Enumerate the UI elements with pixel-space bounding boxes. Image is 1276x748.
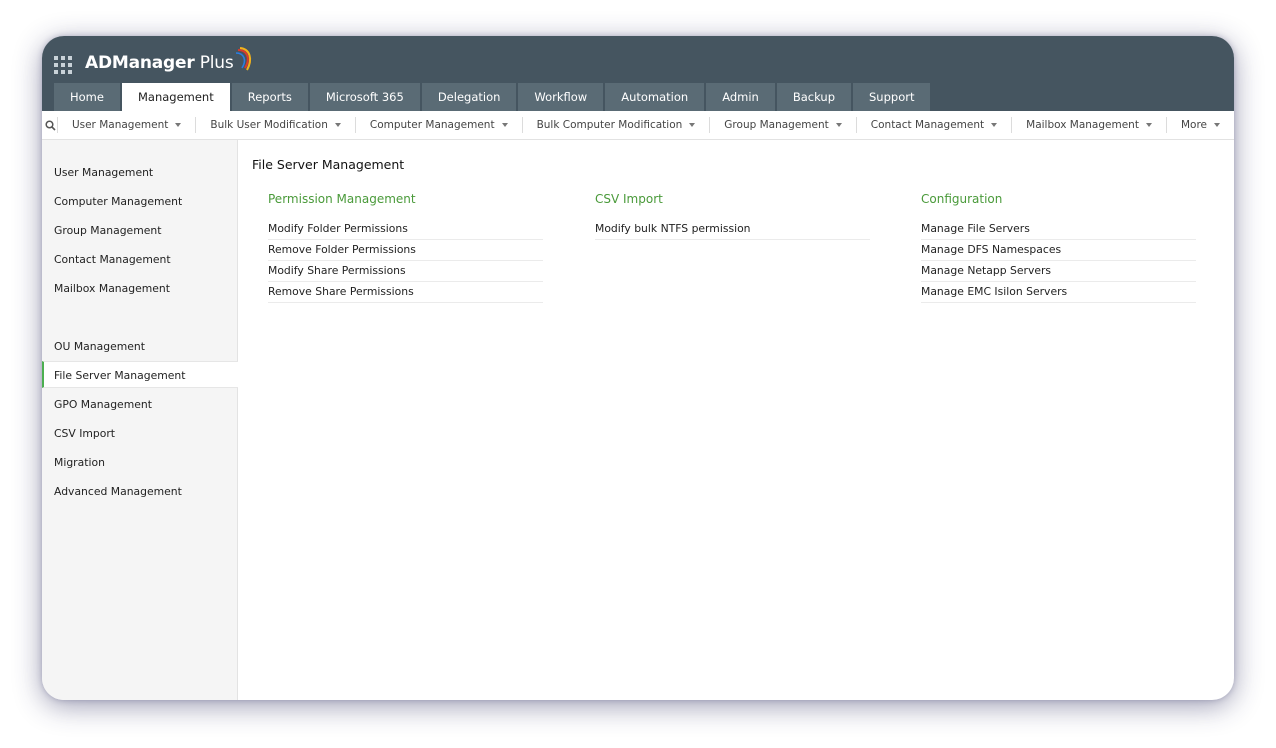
left-sidebar: User Management Computer Management Grou…: [42, 140, 238, 700]
sidebar-item-file-server-management[interactable]: File Server Management: [42, 361, 238, 388]
link-remove-folder-permissions[interactable]: Remove Folder Permissions: [268, 240, 543, 261]
section-configuration: Configuration Manage File Servers Manage…: [921, 190, 1196, 303]
chevron-down-icon: [334, 123, 341, 127]
subnav-more[interactable]: More: [1165, 117, 1234, 133]
tab-support[interactable]: Support: [853, 83, 931, 111]
subnav-user-management[interactable]: User Management: [56, 117, 195, 133]
link-modify-bulk-ntfs-permission[interactable]: Modify bulk NTFS permission: [595, 219, 870, 240]
subnav-bulk-computer-modification[interactable]: Bulk Computer Modification: [521, 117, 710, 133]
tab-microsoft-365[interactable]: Microsoft 365: [309, 83, 420, 111]
section-title: Configuration: [921, 192, 1003, 206]
section-title: Permission Management: [268, 192, 416, 206]
subnav-computer-management[interactable]: Computer Management: [354, 117, 522, 133]
link-remove-share-permissions[interactable]: Remove Share Permissions: [268, 282, 543, 303]
top-header: ADManager Plus Home Management Reports M…: [42, 36, 1234, 111]
app-window: ADManager Plus Home Management Reports M…: [42, 36, 1234, 700]
subnav-contact-management[interactable]: Contact Management: [855, 117, 1011, 133]
tab-home[interactable]: Home: [54, 83, 120, 111]
page-title: File Server Management: [252, 157, 405, 172]
tab-automation[interactable]: Automation: [605, 83, 705, 111]
sub-navigation: User Management Bulk User Modification C…: [42, 111, 1234, 140]
sidebar-item-ou-management[interactable]: OU Management: [42, 333, 237, 360]
search-icon[interactable]: [44, 111, 57, 139]
tab-delegation[interactable]: Delegation: [421, 83, 517, 111]
link-manage-netapp-servers[interactable]: Manage Netapp Servers: [921, 261, 1196, 282]
chevron-down-icon: [1145, 123, 1152, 127]
subnav-mailbox-management[interactable]: Mailbox Management: [1011, 117, 1166, 133]
tab-backup[interactable]: Backup: [776, 83, 851, 111]
chevron-down-icon: [501, 123, 508, 127]
sidebar-item-csv-import[interactable]: CSV Import: [42, 420, 237, 447]
main-content: File Server Management Permission Manage…: [238, 140, 1234, 700]
section-permission-management: Permission Management Modify Folder Perm…: [268, 190, 543, 303]
link-modify-share-permissions[interactable]: Modify Share Permissions: [268, 261, 543, 282]
logo-text: ADManager Plus: [85, 53, 234, 73]
section-title: CSV Import: [595, 192, 663, 206]
subnav-group-management[interactable]: Group Management: [709, 117, 855, 133]
sidebar-item-computer-management[interactable]: Computer Management: [42, 188, 237, 215]
section-csv-import: CSV Import Modify bulk NTFS permission: [595, 190, 870, 240]
link-manage-dfs-namespaces[interactable]: Manage DFS Namespaces: [921, 240, 1196, 261]
sidebar-item-group-management[interactable]: Group Management: [42, 217, 237, 244]
main-tabs: Home Management Reports Microsoft 365 De…: [54, 83, 932, 111]
sidebar-item-migration[interactable]: Migration: [42, 449, 237, 476]
chevron-down-icon: [991, 123, 998, 127]
link-manage-emc-isilon-servers[interactable]: Manage EMC Isilon Servers: [921, 282, 1196, 303]
sidebar-item-user-management[interactable]: User Management: [42, 159, 237, 186]
sidebar-item-contact-management[interactable]: Contact Management: [42, 246, 237, 273]
chevron-down-icon: [1214, 123, 1220, 127]
link-modify-folder-permissions[interactable]: Modify Folder Permissions: [268, 219, 543, 240]
sidebar-item-gpo-management[interactable]: GPO Management: [42, 391, 237, 418]
chevron-down-icon: [835, 123, 842, 127]
chevron-down-icon: [689, 123, 696, 127]
subnav-bulk-user-modification[interactable]: Bulk User Modification: [195, 117, 354, 133]
app-logo[interactable]: ADManager Plus: [85, 47, 253, 74]
chevron-down-icon: [175, 123, 182, 127]
tab-management[interactable]: Management: [121, 83, 230, 111]
sidebar-item-advanced-management[interactable]: Advanced Management: [42, 478, 237, 505]
logo-swoosh-icon: [235, 47, 251, 71]
tab-admin[interactable]: Admin: [706, 83, 775, 111]
link-manage-file-servers[interactable]: Manage File Servers: [921, 219, 1196, 240]
app-grid-icon[interactable]: [54, 56, 72, 74]
tab-workflow[interactable]: Workflow: [518, 83, 604, 111]
sidebar-item-mailbox-management[interactable]: Mailbox Management: [42, 275, 237, 302]
tab-reports[interactable]: Reports: [231, 83, 308, 111]
